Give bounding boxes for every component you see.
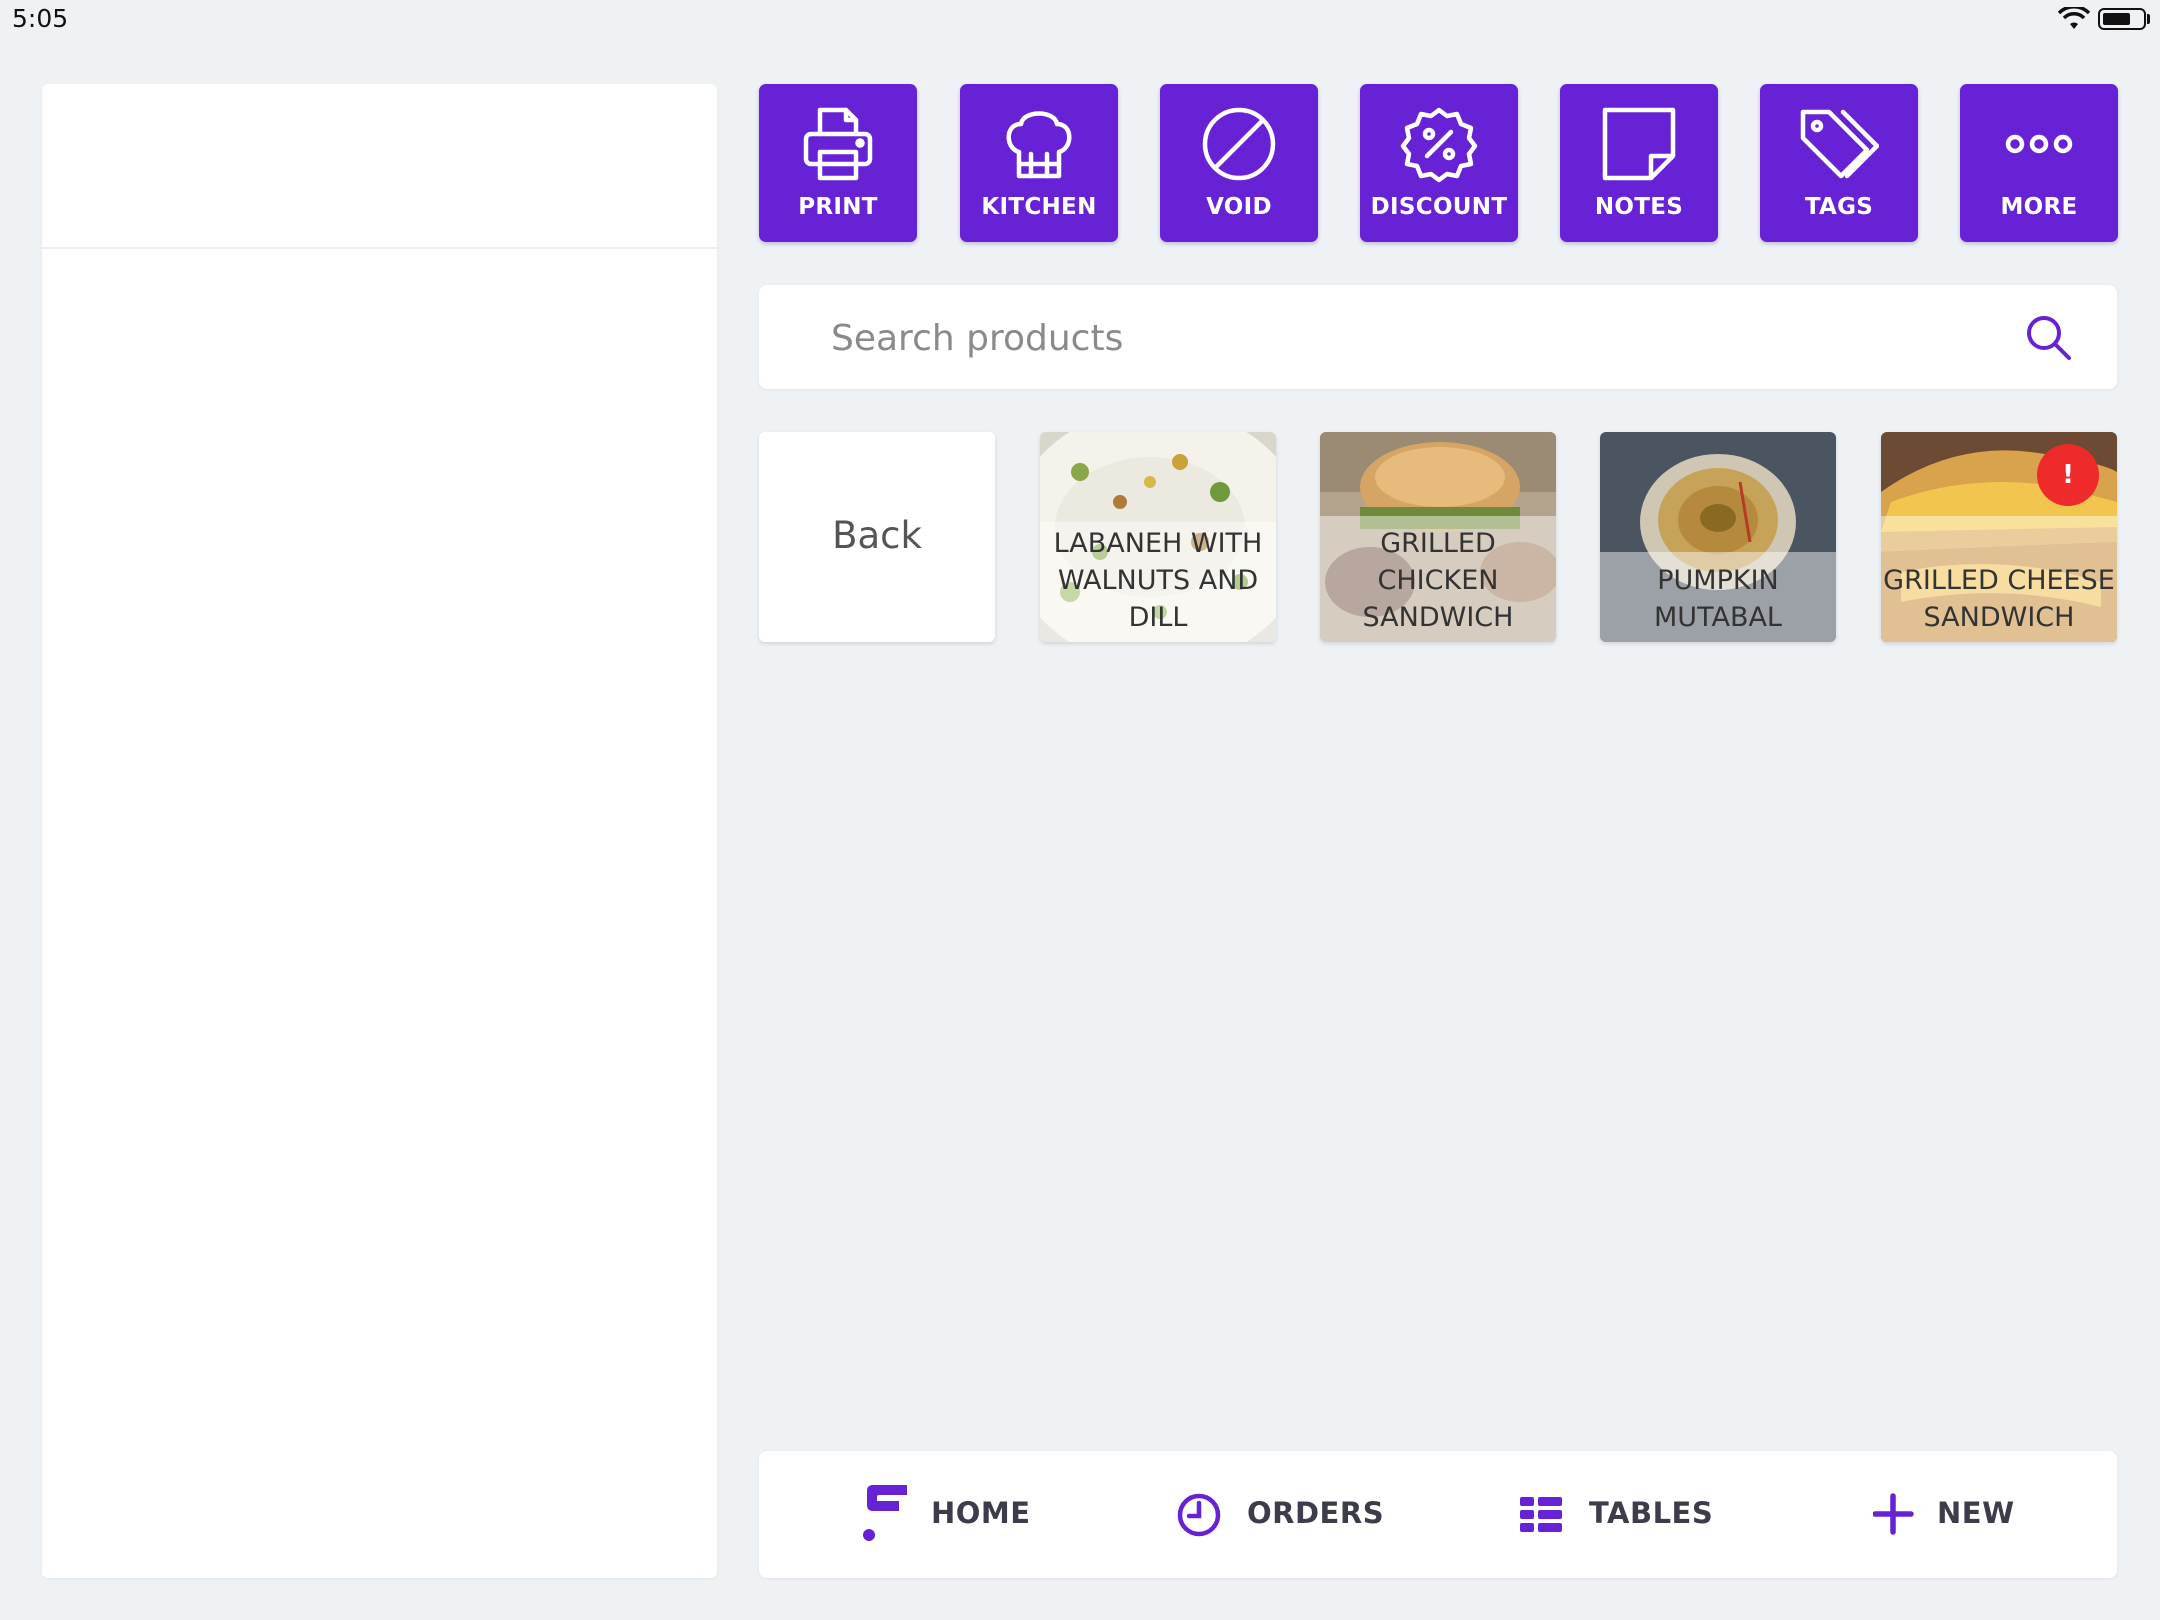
printer-icon — [803, 107, 873, 181]
order-panel-divider — [42, 247, 717, 249]
discount-label: DISCOUNT — [1370, 194, 1508, 220]
more-button[interactable]: MORE — [1960, 84, 2118, 242]
status-time: 5:05 — [12, 4, 69, 33]
nav-tables[interactable]: TABLES — [1519, 1451, 1739, 1578]
void-icon — [1202, 107, 1276, 181]
battery-cap — [2147, 14, 2150, 24]
kitchen-button[interactable]: KITCHEN — [960, 84, 1118, 242]
print-button[interactable]: PRINT — [759, 84, 917, 242]
notes-label: NOTES — [1594, 194, 1684, 220]
discount-button[interactable]: DISCOUNT — [1360, 84, 1518, 242]
notes-button[interactable]: NOTES — [1560, 84, 1718, 242]
product-name: GRILLED CHEESE SANDWICH — [1883, 565, 2115, 633]
alert-badge: ! — [2037, 444, 2099, 506]
bottom-nav: HOME ORDERS TABLES NEW — [759, 1451, 2117, 1578]
nav-tables-label: TABLES — [1589, 1496, 1714, 1530]
tags-button[interactable]: TAGS — [1760, 84, 1918, 242]
search-icon[interactable] — [2024, 313, 2074, 363]
search-box — [759, 285, 2117, 389]
product-tile-grilled-cheese[interactable]: GRILLED CHEESE SANDWICH ! — [1881, 432, 2117, 642]
battery-level — [2103, 13, 2130, 25]
search-input[interactable] — [829, 307, 1983, 369]
print-label: PRINT — [798, 194, 878, 220]
note-icon — [1602, 107, 1676, 181]
wifi-icon — [2058, 7, 2090, 29]
nav-home-label: HOME — [931, 1496, 1031, 1530]
discount-icon — [1400, 107, 1478, 183]
void-label: VOID — [1206, 194, 1272, 220]
home-logo-icon — [863, 1485, 907, 1541]
status-bar: 5:05 — [0, 0, 2160, 42]
product-tile-labaneh[interactable]: LABANEH WITH WALNUTS AND DILL — [1040, 432, 1276, 642]
product-name: GRILLED CHICKEN SANDWICH — [1362, 528, 1514, 633]
product-name: LABANEH WITH WALNUTS AND DILL — [1053, 528, 1263, 633]
clock-icon — [1177, 1493, 1221, 1537]
more-label: MORE — [2000, 194, 2078, 220]
tables-icon — [1520, 1497, 1562, 1532]
product-tile-pumpkin-mutabal[interactable]: PUMPKIN MUTABAL — [1600, 432, 1836, 642]
product-name: PUMPKIN MUTABAL — [1654, 565, 1782, 633]
battery-icon — [2098, 8, 2146, 30]
nav-orders[interactable]: ORDERS — [1177, 1451, 1397, 1578]
chef-hat-icon — [1006, 111, 1072, 179]
nav-new-label: NEW — [1937, 1496, 2015, 1530]
back-label: Back — [832, 514, 922, 557]
tags-icon — [1800, 109, 1879, 179]
product-tile-grilled-chicken[interactable]: GRILLED CHICKEN SANDWICH — [1320, 432, 1556, 642]
nav-new[interactable]: NEW — [1873, 1451, 2073, 1578]
order-panel — [42, 84, 717, 1578]
nav-orders-label: ORDERS — [1247, 1496, 1385, 1530]
void-button[interactable]: VOID — [1160, 84, 1318, 242]
kitchen-label: KITCHEN — [981, 194, 1097, 220]
plus-icon — [1873, 1493, 1914, 1535]
back-tile[interactable]: Back — [759, 432, 995, 642]
nav-home[interactable]: HOME — [859, 1451, 1059, 1578]
more-icon — [2005, 134, 2073, 154]
tags-label: TAGS — [1804, 194, 1874, 220]
